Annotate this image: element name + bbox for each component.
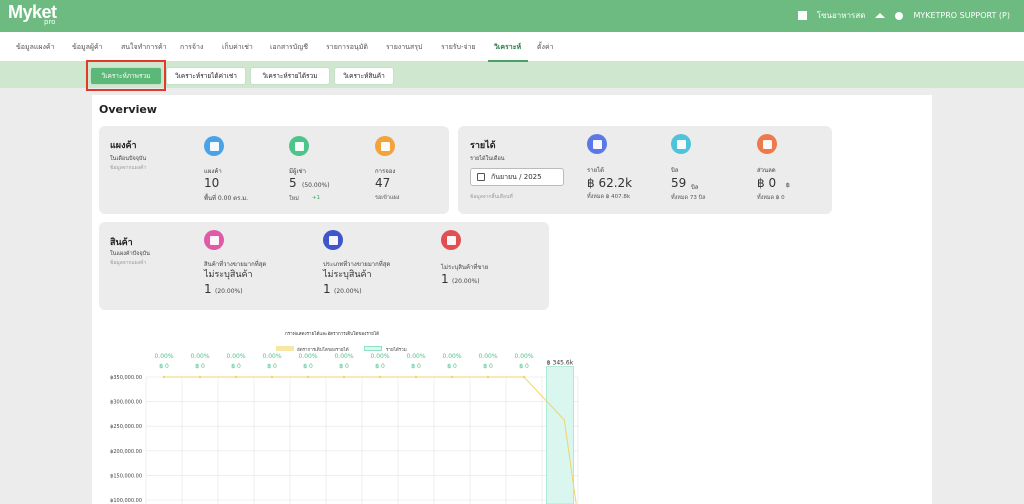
stalls-card-title: แผงค้า: [110, 141, 137, 151]
income-total: ทั้งหมด ฿ 407.8k: [587, 194, 631, 200]
menu-item-stall-info[interactable]: ข้อมูลแผงค้า: [16, 42, 55, 53]
month-picker[interactable]: กันยายน / 2025: [470, 168, 564, 186]
products-card-subtitle: ในแผงค้าปัจจุบัน: [110, 251, 150, 257]
legend-growth-swatch[interactable]: [276, 346, 294, 351]
products-card-source: ข้อมูลจากแผงค้า: [110, 260, 147, 266]
tenant-value: 5: [289, 176, 297, 190]
discount-icon: [757, 134, 777, 154]
booking-value: 47: [375, 176, 391, 190]
top-product-name: ไม่ระบุสินค้า: [204, 270, 253, 280]
tenant-pct: (50.00%): [302, 182, 330, 189]
bill-icon: [671, 134, 691, 154]
new-tenant-label: ใหม่: [289, 196, 299, 202]
discount-label: ส่วนลด: [757, 167, 776, 174]
store-product-icon: [204, 230, 224, 250]
home-icon[interactable]: [875, 13, 886, 18]
discount-unit: ฿: [786, 182, 790, 189]
page-title: Overview: [99, 103, 157, 116]
top-category-value: 1: [323, 282, 331, 296]
top-bar: Myket pro โซนอาหารสด MYKETPRO SUPPORT (P…: [0, 0, 1024, 32]
income-label: รายได้: [587, 167, 605, 174]
products-card-title: สินค้า: [110, 238, 133, 248]
unspecified-pct: (20.00%): [452, 278, 480, 285]
menu-item-accounting[interactable]: เอกสารบัญชี: [270, 42, 308, 53]
income-card-source: ข้อมูลจากสิ้นเดือนที่: [470, 194, 513, 200]
income-card-subtitle: รายได้ในเดือน: [470, 156, 505, 162]
home-tenant-icon: [289, 136, 309, 156]
legend-income-swatch[interactable]: [364, 346, 382, 351]
menu-item-collect-rent[interactable]: เก็บค่าเช่า: [222, 42, 253, 53]
menu-item-summary[interactable]: รายงานสรุป: [386, 42, 422, 53]
top-product-value: 1: [204, 282, 212, 296]
app-logo-sub: pro: [44, 18, 56, 26]
menu-item-vendor-info[interactable]: ข้อมูลผู้ค้า: [72, 42, 103, 53]
store-icon: [797, 11, 807, 20]
stall-count-label: แผงค้า: [204, 168, 222, 175]
menu-item-interested[interactable]: สนใจทำการค้า: [121, 42, 167, 53]
unspecified-label: ไม่ระบุสินค้าที่ขาย: [441, 264, 489, 271]
stalls-card-subtitle: ในเดือนปัจจุบัน: [110, 156, 147, 162]
legend-income[interactable]: รายได้รวม: [386, 346, 407, 353]
money-icon: [587, 134, 607, 154]
booking-icon: [375, 136, 395, 156]
calendar-icon: [477, 173, 485, 181]
new-tenant-value: +1: [312, 195, 321, 201]
unspecified-value: 1: [441, 272, 449, 286]
bill-value: 59: [671, 176, 687, 190]
user-icon: [895, 11, 904, 20]
no-product-icon: [441, 230, 461, 250]
stall-area: พื้นที่ 0.00 ตร.ม.: [204, 195, 249, 202]
bill-label: บิล: [671, 167, 679, 174]
store-name[interactable]: โซนอาหารสด: [817, 9, 866, 22]
category-icon: [323, 230, 343, 250]
stall-count-value: 10: [204, 176, 220, 190]
discount-value: ฿ 0: [757, 176, 777, 190]
menu-item-approvals[interactable]: รายการอนุมัติ: [326, 42, 368, 53]
tab-product-analysis[interactable]: วิเคราะห์สินค้า: [335, 68, 393, 84]
tenant-label: มีผู้เช่า: [289, 168, 306, 175]
month-value: กันยายน / 2025: [491, 172, 542, 181]
grid-icon: [204, 136, 224, 156]
booking-pending: รอเข้าแผง: [375, 195, 400, 201]
main-menu: ข้อมูลแผงค้า ข้อมูลผู้ค้า สนใจทำการค้า ก…: [0, 32, 1024, 62]
menu-item-hiring[interactable]: การจ้าง: [180, 42, 203, 53]
tab-rent-income-analysis[interactable]: วิเคราะห์รายได้ค่าเช่า: [167, 68, 245, 84]
top-category-name: ไม่ระบุสินค้า: [323, 270, 372, 280]
top-category-pct: (20.00%): [334, 288, 362, 295]
discount-total: ทั้งหมด ฿ 0: [757, 195, 785, 201]
income-card-title: รายได้: [470, 141, 496, 151]
stalls-card-source: ข้อมูลจากแผงค้า: [110, 165, 147, 171]
top-right-controls: โซนอาหารสด MYKETPRO SUPPORT (P): [797, 9, 1010, 22]
menu-item-settings[interactable]: ตั้งค่า: [537, 42, 554, 53]
booking-label: การจอง: [375, 168, 396, 175]
income-value: ฿ 62.2k: [587, 176, 633, 190]
menu-item-income-expense[interactable]: รายรับ-จ่าย: [441, 42, 476, 53]
bill-total: ทั้งหมด 73 บิล: [671, 195, 706, 201]
highlight-annotation: [86, 60, 166, 91]
user-name[interactable]: MYKETPRO SUPPORT (P): [913, 11, 1010, 20]
bill-unit: บิล: [691, 184, 699, 191]
legend-growth[interactable]: อัตราการเติบโตของรายได้: [297, 346, 349, 353]
top-product-pct: (20.00%): [215, 288, 243, 295]
tab-total-income-analysis[interactable]: วิเคราะห์รายได้รวม: [251, 68, 329, 84]
chart-title: กราฟแสดงรายได้และอัตราการเติบโตของรายได้: [285, 332, 380, 337]
menu-item-analysis[interactable]: วิเคราะห์: [494, 42, 521, 53]
